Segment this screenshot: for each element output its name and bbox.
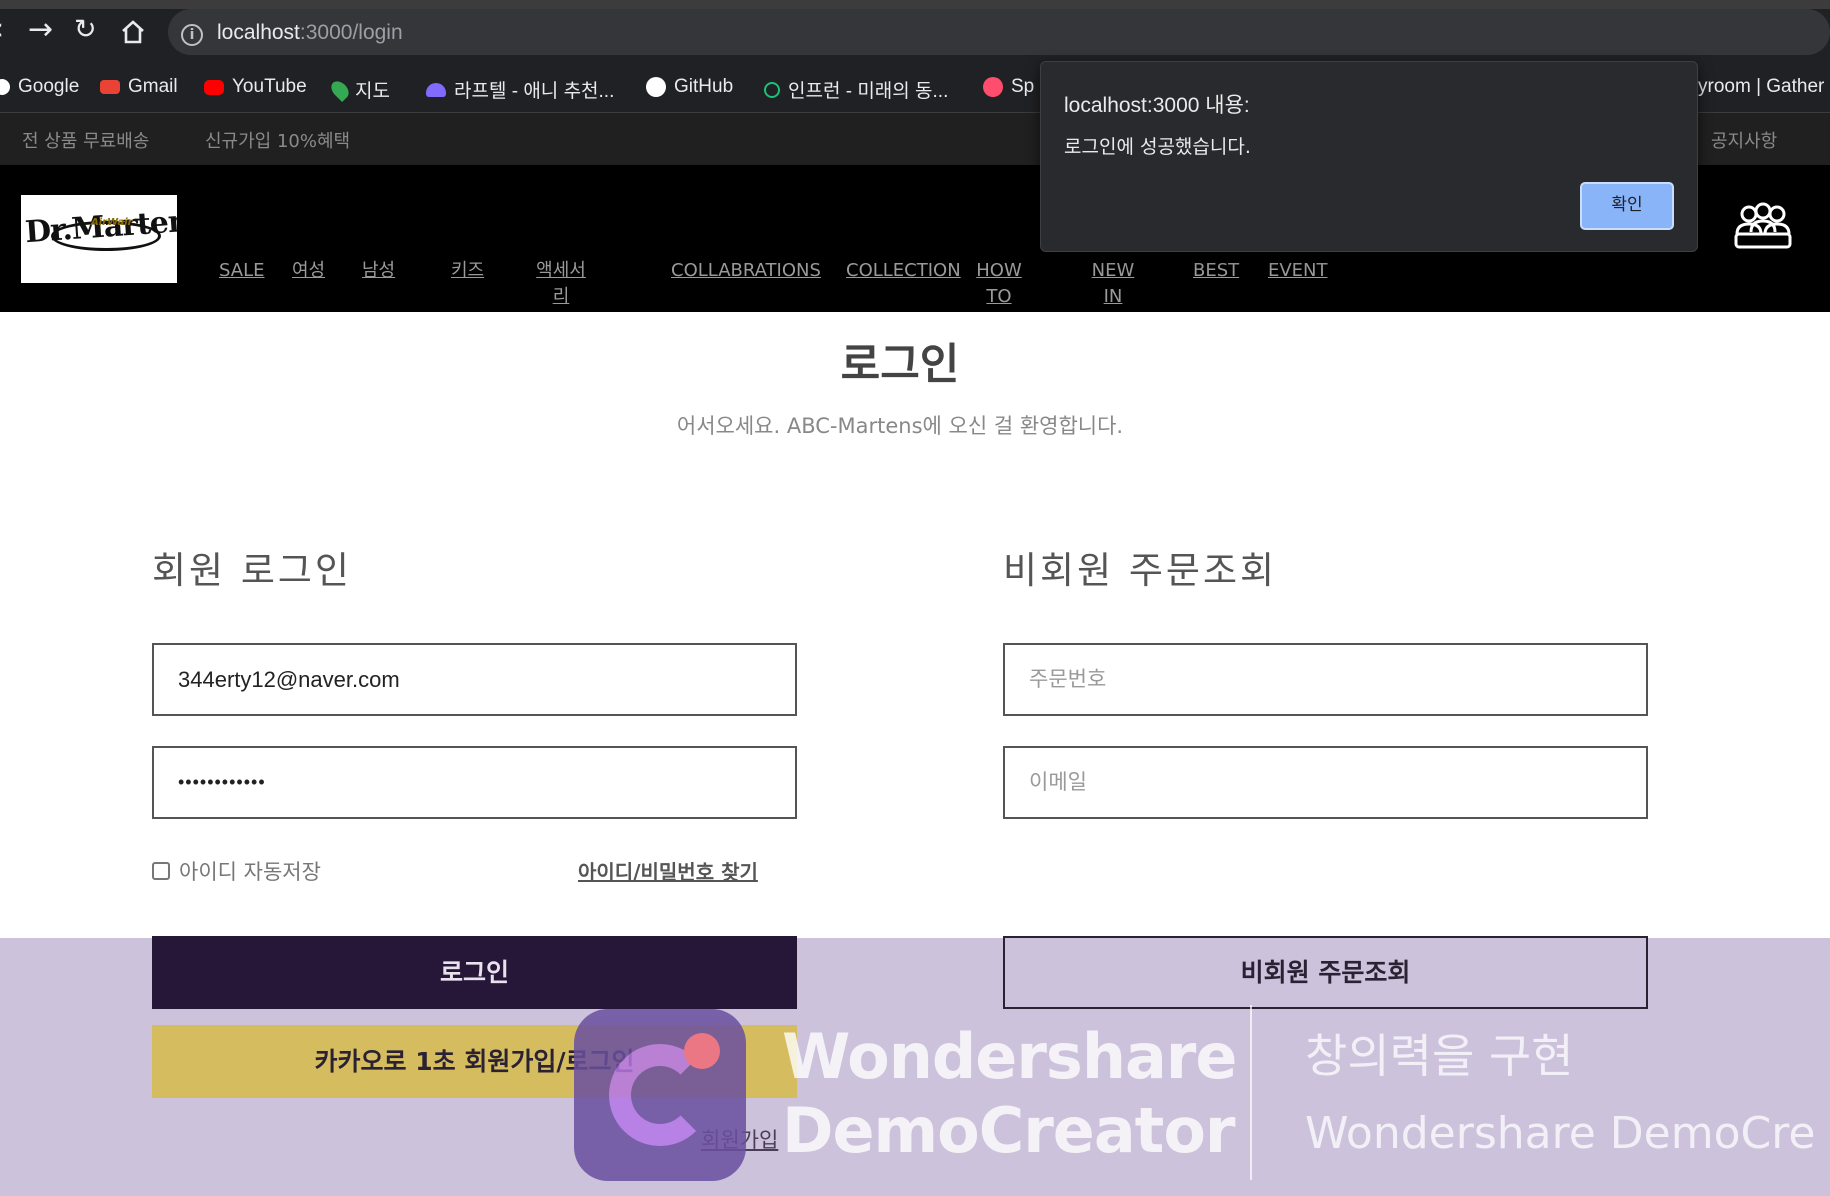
watermark-right2: Wondershare DemoCre	[1305, 1108, 1816, 1159]
menu-kids[interactable]: 키즈	[451, 258, 484, 284]
bookmark-label: GitHub	[674, 76, 734, 97]
bookmark-youtube[interactable]: YouTube	[204, 76, 307, 98]
notice-free-shipping: 전 상품 무료배송	[22, 131, 150, 152]
notice-link[interactable]: 공지사항	[1711, 127, 1777, 153]
menu-how-to[interactable]: HOW TO	[972, 258, 1026, 310]
page-title: 로그인	[840, 340, 960, 390]
menu-collection[interactable]: COLLECTION	[846, 258, 961, 284]
watermark-line1: Wondershare	[782, 1020, 1237, 1093]
watermark-right1: 창의력을 구현	[1305, 1029, 1574, 1083]
bookmark-github[interactable]: GitHub	[646, 76, 733, 98]
back-icon[interactable]: ‹	[0, 12, 4, 47]
notice-signup-discount: 신규가입 10%혜택	[205, 131, 351, 152]
page-subtitle: 어서오세요. ABC-Martens에 오신 걸 환영합니다.	[676, 414, 1124, 438]
watermark-line2: DemoCreator	[782, 1094, 1235, 1167]
address-bar[interactable]	[168, 9, 1830, 55]
menu-collabrations[interactable]: COLLABRATIONS	[671, 258, 821, 284]
guest-email-input[interactable]: 이메일	[1003, 746, 1648, 819]
logo-dot	[684, 1033, 720, 1069]
order-number-input[interactable]: 주문번호	[1003, 643, 1648, 716]
maps-icon	[327, 77, 353, 102]
bookmark-label: 라프텔 - 애니 추천...	[454, 81, 615, 102]
sp-icon	[983, 77, 1003, 97]
alert-dialog: localhost:3000 내용: 로그인에 성공했습니다. 확인	[1040, 61, 1698, 252]
menu-event[interactable]: EVENT	[1268, 258, 1328, 284]
bookmark-label: 지도	[355, 81, 390, 102]
bookmark-maps[interactable]: 지도	[327, 76, 390, 103]
bookmark-label: Sp	[1011, 76, 1035, 97]
url-text[interactable]: localhost:3000/login	[217, 21, 403, 45]
site-logo[interactable]: Dr.Martens AirWair	[21, 195, 177, 283]
menu-women[interactable]: 여성	[292, 258, 325, 284]
email-input[interactable]: 344erty12@naver.com	[152, 643, 797, 716]
bookmark-gmail[interactable]: Gmail	[100, 76, 178, 98]
reload-icon[interactable]: ↻	[74, 14, 97, 45]
guest-order-title: 비회원 주문조회	[1003, 549, 1278, 592]
dialog-ok-button[interactable]: 확인	[1580, 182, 1674, 230]
menu-best[interactable]: BEST	[1193, 258, 1239, 284]
find-id-password-link[interactable]: 아이디/비밀번호 찾기	[578, 856, 758, 885]
watermark-divider	[1250, 1005, 1252, 1180]
menu-new-in[interactable]: NEW IN	[1088, 258, 1138, 310]
gmail-icon	[100, 80, 120, 94]
inflearn-icon	[764, 81, 780, 98]
home-icon[interactable]	[120, 19, 146, 49]
democreator-logo-icon	[574, 1009, 746, 1181]
dialog-message: 로그인에 성공했습니다.	[1064, 136, 1251, 158]
bookmark-sp[interactable]: Sp	[983, 76, 1034, 98]
bookmark-laftel[interactable]: 라프텔 - 애니 추천...	[426, 76, 614, 103]
checkbox-box[interactable]	[152, 862, 170, 880]
login-button[interactable]: 로그인	[152, 936, 797, 1009]
laftel-icon	[426, 82, 446, 97]
site-info-icon[interactable]: i	[181, 24, 203, 46]
bookmark-google[interactable]: Google	[0, 76, 79, 98]
remember-id-checkbox[interactable]: 아이디 자동저장	[152, 856, 321, 886]
bookmark-label: yroom | Gather	[1698, 76, 1825, 97]
dialog-title: localhost:3000 내용:	[1064, 94, 1250, 117]
bookmark-inflearn[interactable]: 인프런 - 미래의 동...	[764, 76, 948, 103]
github-icon	[646, 77, 666, 97]
guest-order-button[interactable]: 비회원 주문조회	[1003, 936, 1648, 1009]
menu-men[interactable]: 남성	[362, 258, 395, 284]
url-path: :3000/login	[299, 21, 403, 44]
url-host: localhost	[217, 21, 300, 44]
bookmark-gather[interactable]: yroom | Gather	[1698, 76, 1824, 98]
user-group-icon[interactable]	[1733, 200, 1793, 250]
password-input[interactable]: ••••••••••••	[152, 746, 797, 819]
forward-icon[interactable]: →	[28, 12, 53, 47]
menu-accessories[interactable]: 액세서리	[530, 258, 592, 310]
menu-sale[interactable]: SALE	[219, 258, 264, 284]
logo-subtext: AirWair	[91, 217, 133, 228]
youtube-icon	[204, 79, 224, 95]
bookmark-label: Gmail	[128, 76, 178, 97]
google-icon	[0, 79, 10, 95]
member-login-title: 회원 로그인	[152, 549, 352, 592]
bookmark-label: Google	[18, 76, 80, 97]
bookmark-label: YouTube	[232, 76, 307, 97]
bookmark-label: 인프런 - 미래의 동...	[788, 81, 949, 102]
remember-id-label: 아이디 자동저장	[179, 860, 321, 884]
